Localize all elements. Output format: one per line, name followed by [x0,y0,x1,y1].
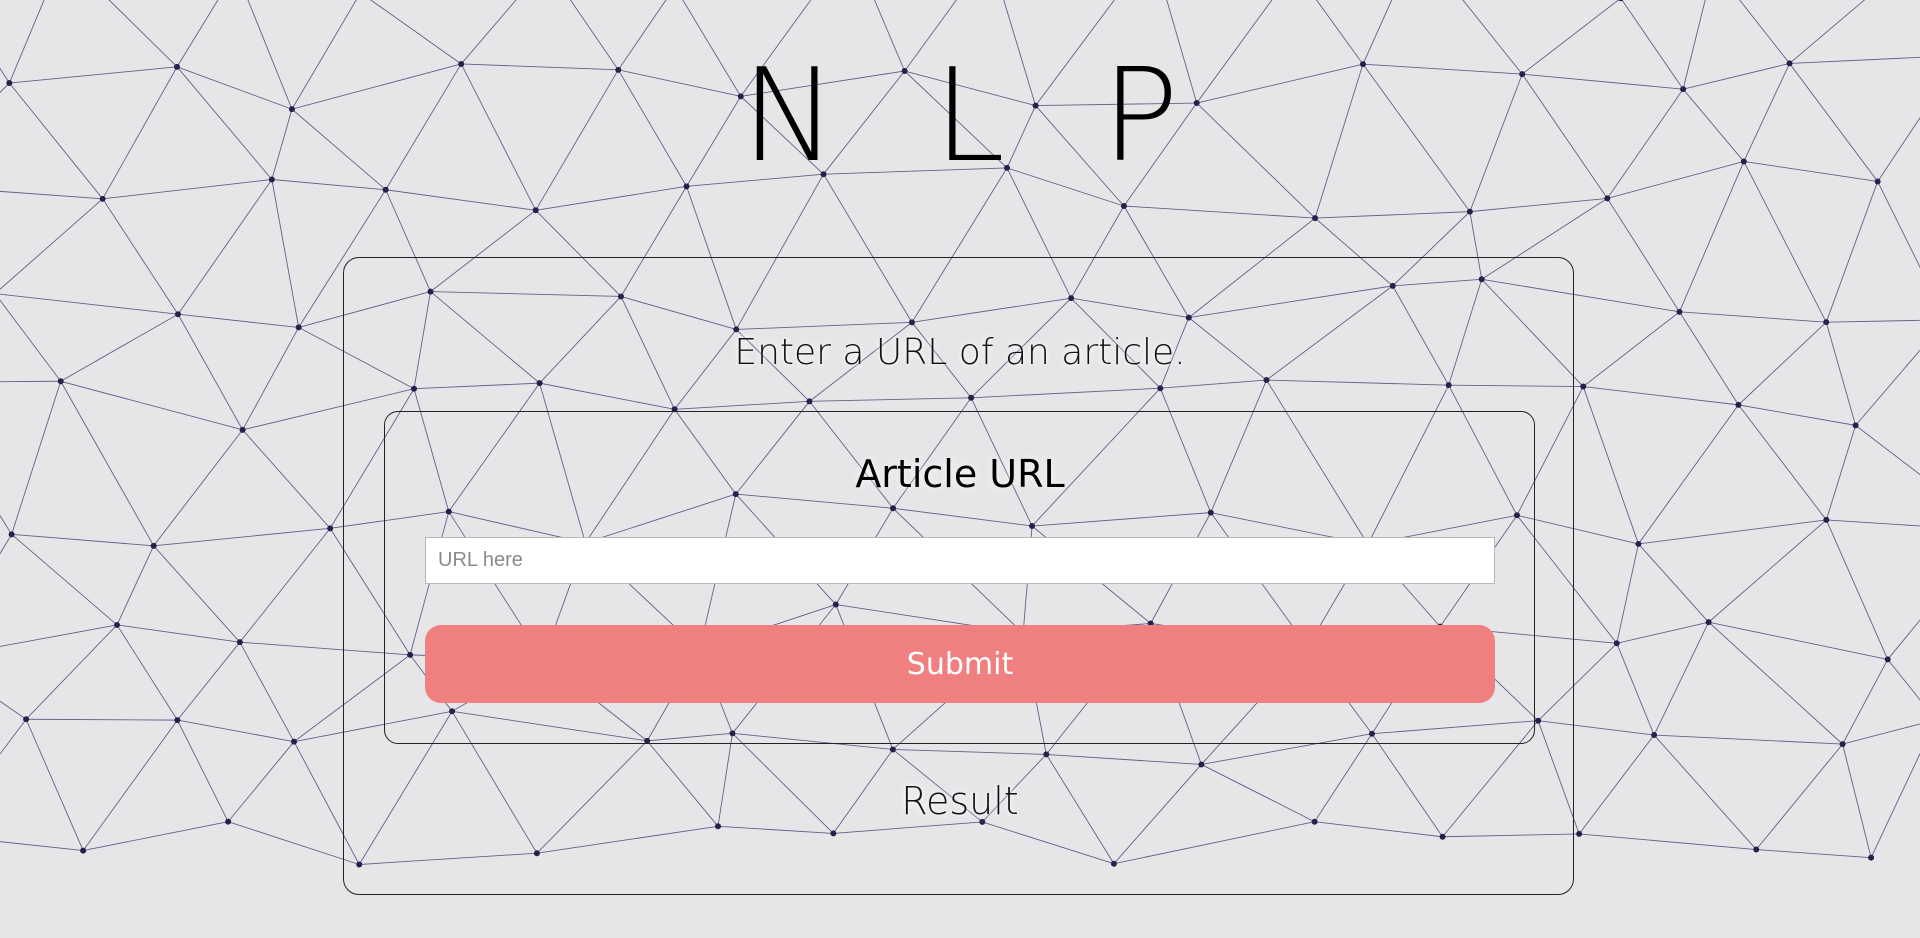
instruction-text: Enter a URL of an article. [734,332,1186,373]
page-title: N L P [741,42,1207,191]
url-input[interactable] [425,537,1495,584]
page: N L P Enter a URL of an article. Article… [0,0,1920,938]
article-url-label: Article URL [855,452,1065,496]
result-label: Result [901,779,1019,823]
submit-button[interactable]: Submit [425,625,1495,703]
